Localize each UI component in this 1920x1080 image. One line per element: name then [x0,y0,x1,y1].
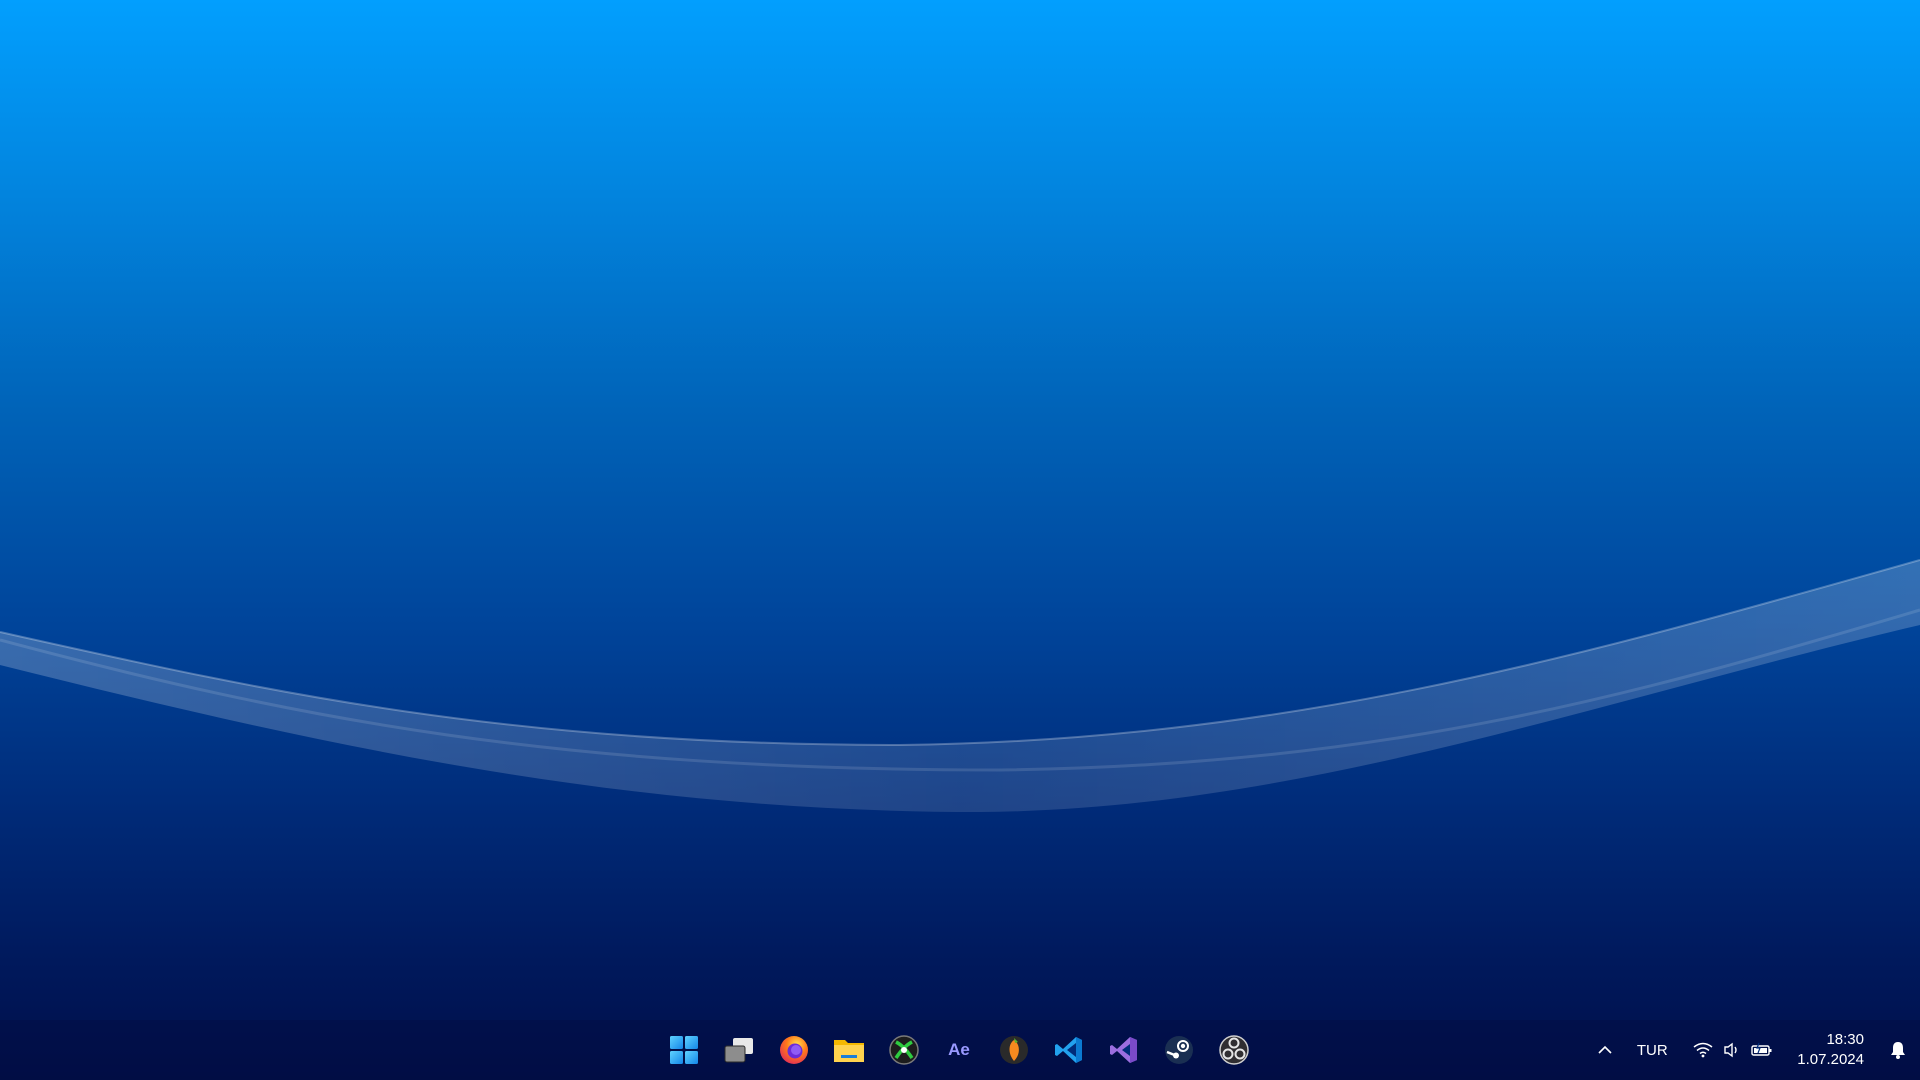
firefox-icon [780,1036,808,1064]
clock-time: 18:30 [1826,1031,1864,1048]
firefox-button[interactable] [770,1026,818,1074]
clock-date-button[interactable]: 18:30 1.07.2024 [1783,1030,1876,1070]
chevron-up-icon [1598,1045,1612,1054]
start-button[interactable] [660,1026,708,1074]
quick-settings-button[interactable] [1679,1042,1783,1058]
visual-studio-icon [1110,1037,1137,1063]
fl-studio-button[interactable] [990,1026,1038,1074]
wifi-icon [1693,1042,1713,1058]
vscode-button[interactable] [1045,1026,1093,1074]
xbox-app-button[interactable] [880,1026,928,1074]
volume-icon [1724,1042,1737,1058]
system-tray: TUR 18:30 1.07.2024 [1585,1020,1920,1080]
after-effects-button[interactable]: Ae [935,1026,983,1074]
task-view-button[interactable] [715,1026,763,1074]
visual-studio-button[interactable] [1100,1026,1148,1074]
clock-date: 1.07.2024 [1797,1051,1864,1068]
after-effects-icon: Ae [948,1040,970,1059]
show-hidden-icons-button[interactable] [1585,1020,1625,1080]
notifications-button[interactable] [1876,1020,1920,1080]
task-view-icon [724,1038,753,1063]
taskbar-apps: Ae [660,1026,1258,1074]
windows-logo-icon [670,1036,698,1064]
file-explorer-button[interactable] [825,1026,873,1074]
battery-icon [1751,1042,1772,1056]
desktop-wallpaper [0,559,1920,812]
fl-studio-icon [1000,1036,1028,1064]
obs-icon [1219,1035,1249,1065]
bell-icon [1891,1042,1905,1059]
folder-icon [834,1040,864,1062]
xbox-icon [889,1035,919,1065]
steam-button[interactable] [1155,1026,1203,1074]
steam-icon [1165,1036,1193,1064]
vscode-icon [1055,1037,1082,1063]
taskbar: Ae TUR 18:30 1.07.2024 [0,1020,1920,1080]
obs-button[interactable] [1210,1026,1258,1074]
input-language-indicator[interactable]: TUR [1625,1042,1679,1059]
